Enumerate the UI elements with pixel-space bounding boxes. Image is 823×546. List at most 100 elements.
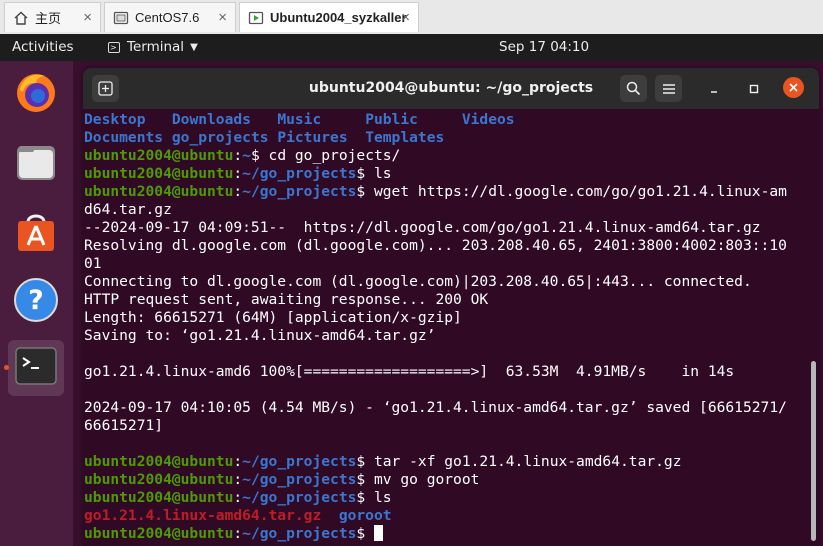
terminal-line: Desktop Downloads Music Public Videos — [84, 111, 804, 129]
terminal-line: go1.21.4.linux-amd64.tar.gz goroot — [84, 507, 804, 525]
close-icon[interactable]: × — [401, 9, 410, 26]
terminal-text: goroot — [338, 507, 392, 524]
terminal-text: --2024-09-17 04:09:51-- https://dl.googl… — [84, 219, 761, 236]
terminal-line: go1.21.4.linux-amd6 100%[===============… — [84, 363, 804, 381]
terminal-text: : — [233, 183, 243, 200]
dock-files[interactable] — [8, 136, 64, 192]
terminal-line: d64.tar.gz — [84, 201, 804, 219]
terminal-text: : — [233, 453, 243, 470]
search-icon — [626, 81, 641, 96]
terminal-line: HTTP request sent, awaiting response... … — [84, 291, 804, 309]
terminal-text: Length: 66615271 (64M) [application/x-gz… — [84, 309, 462, 326]
clock[interactable]: Sep 17 04:10 — [499, 39, 589, 55]
dock-terminal[interactable] — [8, 340, 64, 396]
terminal-text: Desktop — [84, 111, 172, 128]
dock-help[interactable]: ? — [8, 274, 64, 330]
minimize-button[interactable] — [704, 79, 724, 99]
terminal-line: ubuntu2004@ubuntu:~/go_projects$ — [84, 525, 804, 543]
terminal-text: ubuntu2004@ubuntu — [84, 165, 234, 182]
software-center-icon — [12, 208, 60, 260]
terminal-line: ubuntu2004@ubuntu:~/go_projects$ wget ht… — [84, 183, 804, 201]
terminal-line: ubuntu2004@ubuntu:~$ cd go_projects/ — [84, 147, 804, 165]
terminal-text: ubuntu2004@ubuntu — [84, 471, 234, 488]
dock: ? — [0, 61, 73, 546]
terminal-icon — [13, 343, 59, 393]
activities-button[interactable]: Activities — [12, 39, 74, 55]
vm-tab-label: CentOS7.6 — [135, 10, 200, 25]
terminal-text: d64.tar.gz — [84, 201, 172, 218]
close-window-button[interactable] — [783, 77, 804, 98]
terminal-text: ~/go_projects — [242, 489, 357, 506]
terminal-line: Documents go_projects Pictures Templates — [84, 129, 804, 147]
chevron-down-icon: ▼ — [190, 41, 198, 53]
terminal-line: ubuntu2004@ubuntu:~/go_projects$ ls — [84, 165, 804, 183]
terminal-text: : — [233, 471, 243, 488]
running-indicator — [4, 365, 9, 370]
help-icon: ? — [12, 276, 60, 328]
hamburger-menu-icon — [662, 83, 675, 94]
terminal-line: Resolving dl.google.com (dl.google.com).… — [84, 237, 804, 255]
terminal-text: Saving to: ‘go1.21.4.linux-amd64.tar.gz’ — [84, 327, 436, 344]
terminal-text: $ mv go goroot — [356, 471, 480, 488]
svg-text:?: ? — [28, 285, 44, 316]
terminal-text: go_projects — [171, 129, 278, 146]
terminal-text: ubuntu2004@ubuntu — [84, 147, 234, 164]
terminal-text: ubuntu2004@ubuntu — [84, 525, 234, 542]
terminal-text: Downloads — [171, 111, 278, 128]
terminal-text: ~/go_projects — [242, 165, 357, 182]
terminal-text: ubuntu2004@ubuntu — [84, 183, 234, 200]
vm-tab-label: 主页 — [35, 11, 62, 26]
terminal-text: : — [233, 489, 243, 506]
scrollbar-thumb[interactable] — [811, 361, 816, 541]
terminal-text: ubuntu2004@ubuntu — [84, 453, 234, 470]
terminal-text: $ tar -xf go1.21.4.linux-amd64.tar.gz — [356, 453, 682, 470]
terminal-line: ubuntu2004@ubuntu:~/go_projects$ ls — [84, 489, 804, 507]
terminal-window: ubuntu2004@ubuntu: ~/go_projects Desktop… — [83, 68, 819, 546]
terminal-text: go1.21.4.linux-amd6 100%[===============… — [84, 363, 735, 380]
vm-screen-icon — [113, 10, 129, 26]
terminal-text: ~/go_projects — [242, 471, 357, 488]
vm-tab-home[interactable]: 主页 × — [4, 2, 101, 32]
dock-firefox[interactable] — [8, 66, 64, 122]
terminal-text: 01 — [84, 255, 102, 272]
vm-tab-ubuntu[interactable]: Ubuntu2004_syzkaller × — [239, 2, 419, 32]
terminal-line: Saving to: ‘go1.21.4.linux-amd64.tar.gz’ — [84, 327, 804, 345]
vm-tab-centos[interactable]: CentOS7.6 × — [104, 2, 236, 32]
maximize-icon — [749, 84, 759, 94]
terminal-text: go1.21.4.linux-amd64.tar.gz — [84, 507, 322, 524]
home-icon — [13, 10, 29, 26]
vm-tab-strip: 主页 × CentOS7.6 × Ubuntu2004_syzkaller × — [0, 0, 823, 35]
terminal-text: Connecting to dl.google.com (dl.google.c… — [84, 273, 752, 290]
terminal-line: ubuntu2004@ubuntu:~/go_projects$ mv go g… — [84, 471, 804, 489]
app-menu[interactable]: > Terminal ▼ — [108, 39, 198, 55]
terminal-text: $ cd go_projects/ — [250, 147, 401, 164]
text-cursor — [373, 525, 383, 541]
terminal-text: Resolving dl.google.com (dl.google.com).… — [84, 237, 787, 254]
terminal-line: 2024-09-17 04:10:05 (4.54 MB/s) - ‘go1.2… — [84, 399, 804, 417]
terminal-small-icon: > — [108, 41, 120, 53]
terminal-text: HTTP request sent, awaiting response... … — [84, 291, 489, 308]
vm-running-icon — [248, 10, 264, 26]
terminal-scrollbar[interactable] — [809, 111, 817, 546]
terminal-line: Connecting to dl.google.com (dl.google.c… — [84, 273, 804, 291]
maximize-button[interactable] — [744, 79, 764, 99]
terminal-line: 66615271] — [84, 417, 804, 435]
terminal-text: ~ — [242, 147, 251, 164]
terminal-text: Public — [365, 111, 462, 128]
close-icon[interactable]: × — [218, 9, 227, 26]
menu-button[interactable] — [655, 75, 682, 102]
close-icon[interactable]: × — [83, 9, 92, 26]
terminal-output[interactable]: Desktop Downloads Music Public Videos Doc… — [84, 111, 804, 543]
search-button[interactable] — [620, 75, 647, 102]
terminal-line: --2024-09-17 04:09:51-- https://dl.googl… — [84, 219, 804, 237]
terminal-text: ~/go_projects — [242, 453, 357, 470]
terminal-text: Music — [277, 111, 366, 128]
terminal-text: $ wget https://dl.google.com/go/go1.21.4… — [356, 183, 787, 200]
vm-tab-label: Ubuntu2004_syzkaller — [270, 10, 407, 25]
dock-software[interactable] — [8, 206, 64, 262]
terminal-text: 2024-09-17 04:10:05 (4.54 MB/s) - ‘go1.2… — [84, 399, 787, 416]
terminal-text: $ ls — [356, 165, 392, 182]
